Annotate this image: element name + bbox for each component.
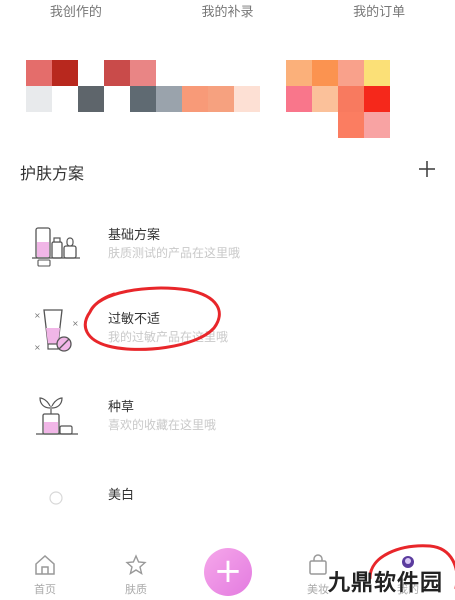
plan-desc: 喜欢的收藏在这里哦 [108, 418, 217, 432]
plant-pot-icon [36, 397, 78, 435]
plan-name: 过敏不适 [108, 312, 161, 327]
tab-label: 首页 [34, 583, 56, 596]
bag-icon [309, 554, 327, 575]
plan-item-basic[interactable]: 基础方案 肤质测试的产品在这里哦 [0, 220, 455, 300]
svg-text:×: × [72, 319, 79, 328]
allergy-tube-icon: × × × [34, 309, 79, 352]
star-icon [125, 554, 147, 576]
watermark: 九鼎软件园 [328, 571, 444, 596]
home-icon [35, 554, 55, 575]
tab-supplement[interactable]: 我的补录 [152, 0, 304, 28]
svg-text:×: × [34, 343, 41, 352]
tab-label: 肤质 [125, 583, 147, 596]
skincare-bottles-icon [32, 227, 80, 267]
add-plan-button[interactable] [414, 156, 440, 182]
tab-home[interactable]: 首页 [15, 545, 75, 600]
tab-created[interactable]: 我创作的 [0, 0, 152, 28]
create-button[interactable]: + [204, 548, 252, 596]
plan-item-allergy[interactable]: × × × 过敏不适 我的过敏产品在这里哦 [0, 304, 455, 384]
svg-text:×: × [34, 311, 41, 320]
profile-screen: 我创作的 我的补录 我的订单 护肤方案 基础方案 肤质测试的产品在这里哦 × ×… [0, 0, 455, 600]
plan-desc: 我的过敏产品在这里哦 [108, 330, 229, 344]
plan-desc: 肤质测试的产品在这里哦 [108, 246, 241, 260]
tab-orders[interactable]: 我的订单 [303, 0, 455, 28]
plus-icon: + [213, 551, 243, 591]
plan-name: 基础方案 [108, 228, 161, 243]
pixelated-stats-area [286, 60, 390, 138]
plan-name: 美白 [108, 488, 135, 503]
top-tabs: 我创作的 我的补录 我的订单 [0, 0, 455, 28]
tab-skin[interactable]: 肤质 [106, 545, 166, 600]
pixelated-avatar-area [26, 60, 262, 112]
plan-name: 种草 [108, 400, 135, 415]
section-title: 护肤方案 [20, 164, 85, 183]
plan-item-wishlist[interactable]: 种草 喜欢的收藏在这里哦 [0, 392, 455, 472]
whitening-icon [49, 491, 63, 505]
